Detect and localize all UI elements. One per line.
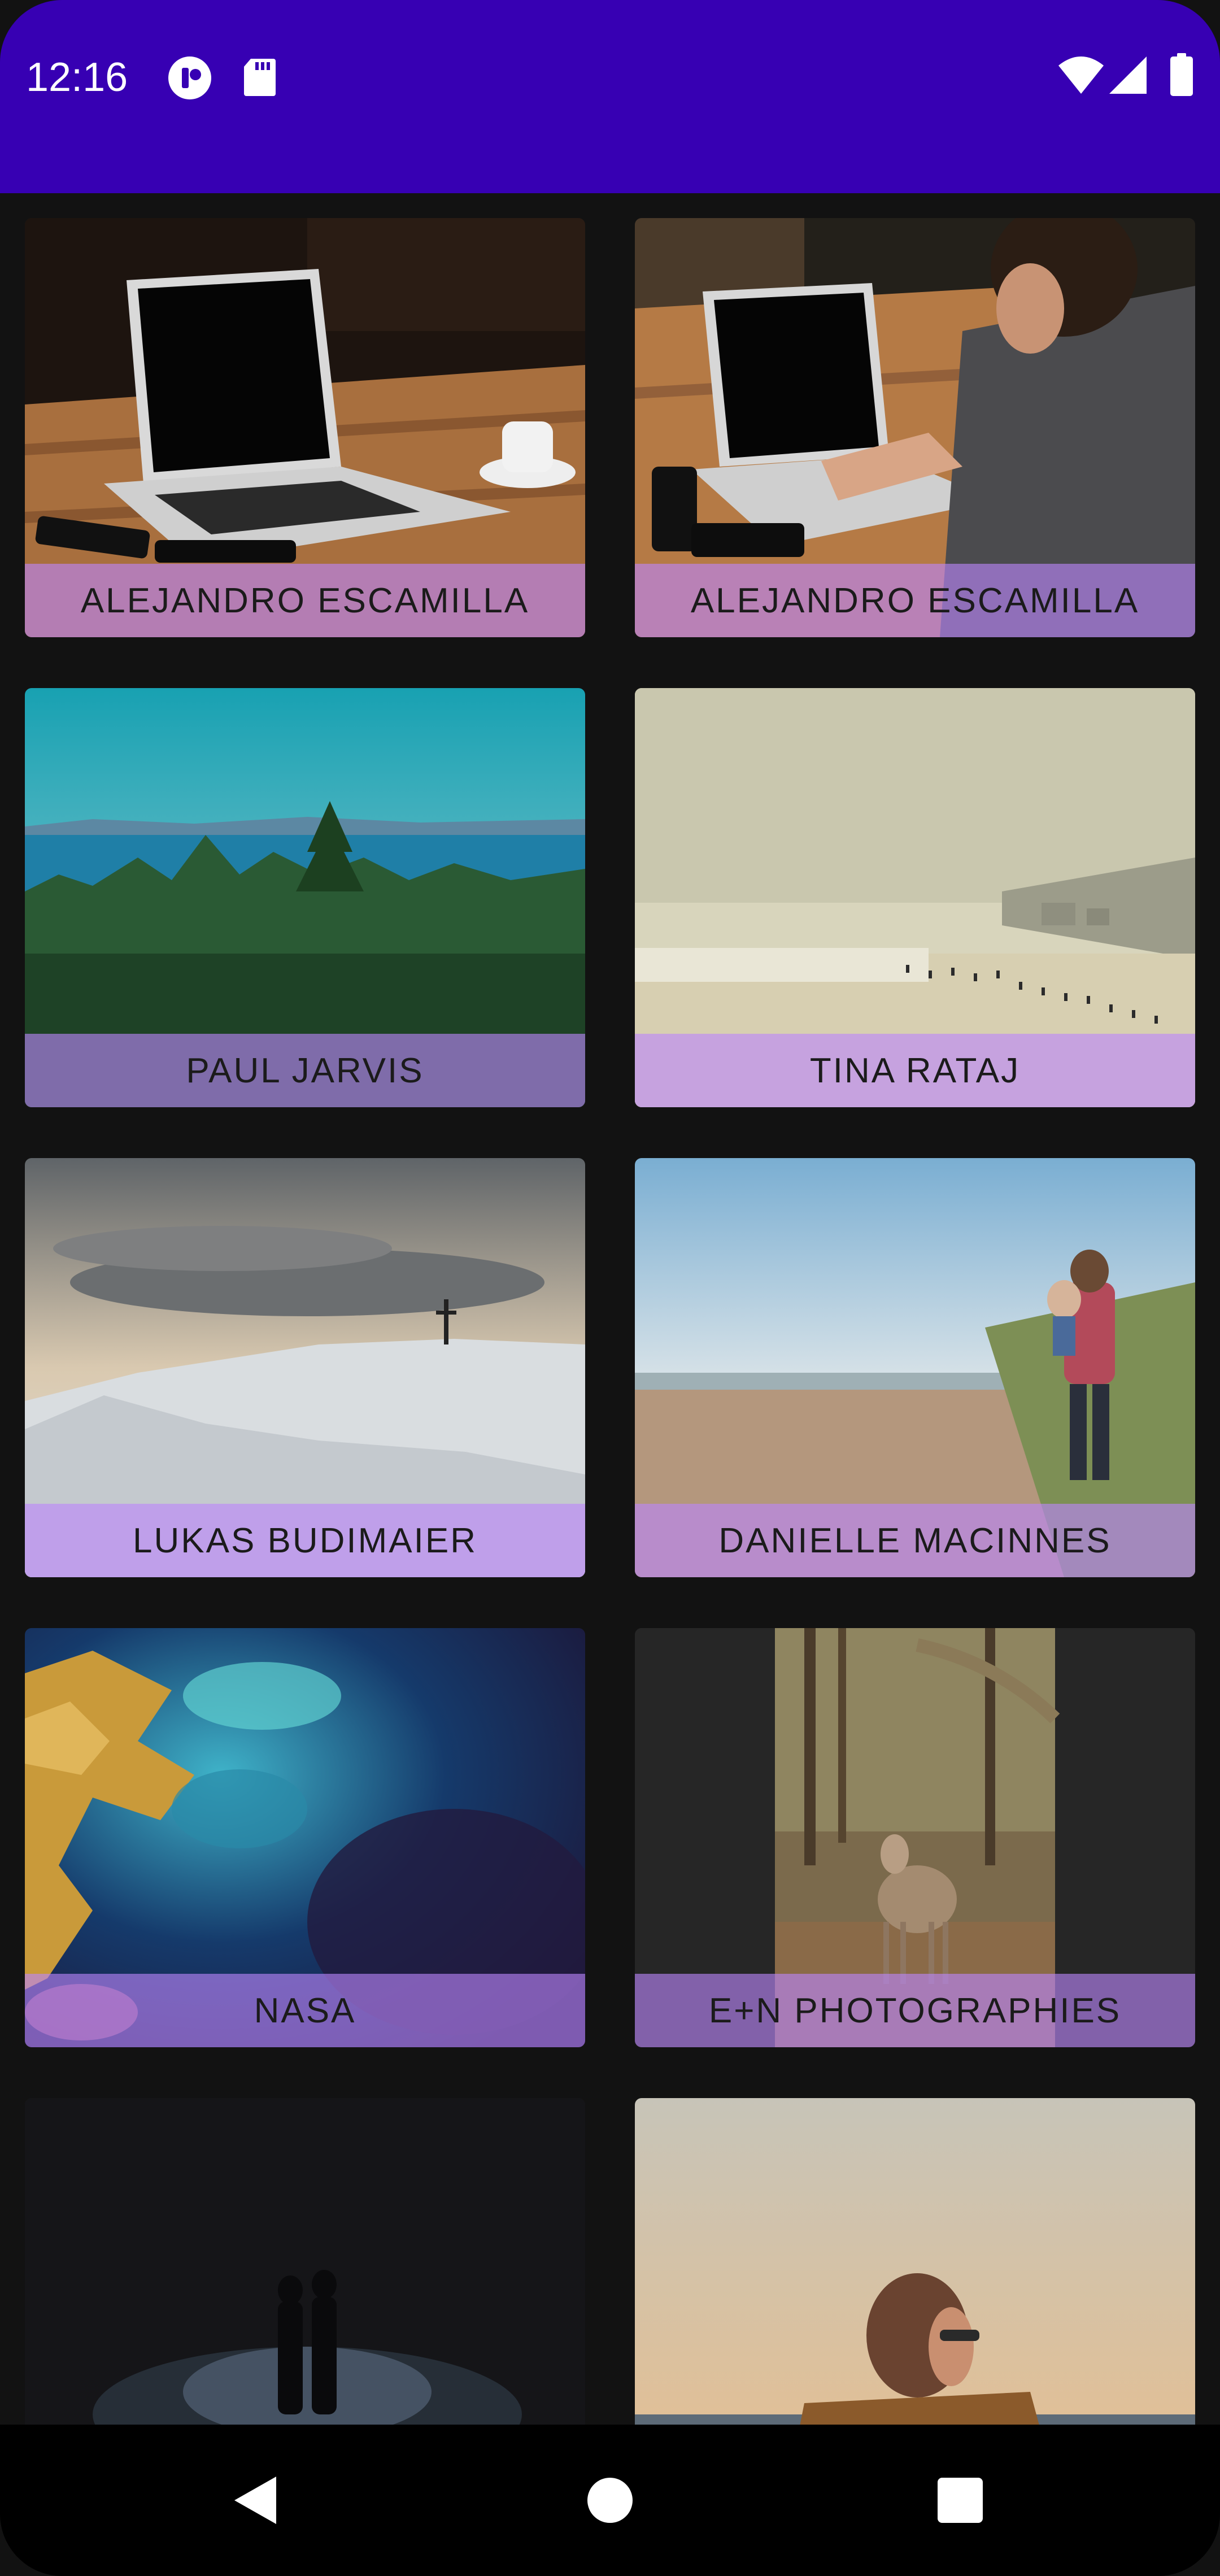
- photo-card[interactable]: ALEJANDRO ESCAMILLA: [25, 218, 585, 637]
- back-icon: [234, 2477, 276, 2524]
- photo-caption: NASA: [25, 1974, 585, 2047]
- battery-icon: [1169, 53, 1194, 100]
- photo-card[interactable]: NASA: [25, 1628, 585, 2047]
- photo-caption: E+N PHOTOGRAPHIES: [635, 1974, 1195, 2047]
- photo-caption: TINA RATAJ: [635, 1034, 1195, 1107]
- system-nav-bar: [0, 2425, 1220, 2576]
- photo-caption: DANIELLE MACINNES: [635, 1504, 1195, 1577]
- photo-caption: ALEJANDRO ESCAMILLA: [25, 564, 585, 637]
- photo-card[interactable]: E+N PHOTOGRAPHIES: [635, 1628, 1195, 2047]
- app-bar: 12:16: [0, 0, 1220, 193]
- home-icon: [587, 2478, 633, 2523]
- wifi-icon: [1057, 54, 1105, 98]
- photo-card[interactable]: [25, 2098, 585, 2425]
- photo-caption: ALEJANDRO ESCAMILLA: [635, 564, 1195, 637]
- status-time: 12:16: [26, 55, 128, 100]
- home-button[interactable]: [542, 2425, 678, 2576]
- photo-card[interactable]: ALEJANDRO ESCAMILLA: [635, 218, 1195, 637]
- photo-caption: PAUL JARVIS: [25, 1034, 585, 1107]
- couple-night-photo: [25, 2098, 585, 2425]
- photo-caption: LUKAS BUDIMAIER: [25, 1504, 585, 1577]
- photo-card[interactable]: DANIELLE MACINNES: [635, 1158, 1195, 1577]
- photo-card[interactable]: PAUL JARVIS: [25, 688, 585, 1107]
- photo-card[interactable]: LUKAS BUDIMAIER: [25, 1158, 585, 1577]
- notification-app-icon: [167, 55, 212, 103]
- recents-icon: [938, 2478, 983, 2523]
- back-button[interactable]: [186, 2425, 322, 2576]
- signal-icon: [1107, 55, 1148, 98]
- photo-grid: ALEJANDRO ESCAMILLA ALEJANDRO ESCAMILLA: [0, 193, 1220, 2425]
- photo-card[interactable]: TINA RATAJ: [635, 688, 1195, 1107]
- photo-card[interactable]: [635, 2098, 1195, 2425]
- status-bar: 12:16: [0, 0, 1220, 153]
- sd-card-icon: [243, 58, 277, 100]
- woman-scarf-photo: [635, 2098, 1195, 2425]
- recents-button[interactable]: [892, 2425, 1028, 2576]
